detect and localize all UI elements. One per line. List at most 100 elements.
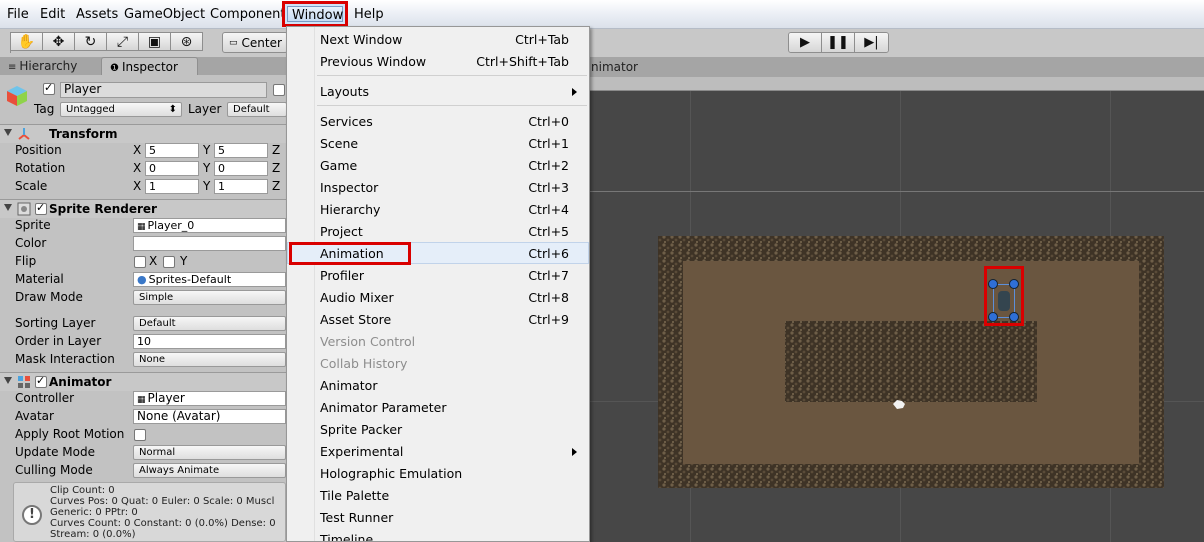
sprite-field[interactable]: ▦ Player_0 bbox=[133, 218, 286, 233]
flip-y-checkbox[interactable] bbox=[163, 256, 175, 268]
submenu-arrow-icon bbox=[572, 448, 577, 456]
controller-field[interactable]: ▦ Player bbox=[133, 391, 286, 406]
menu-item-label: Version Control bbox=[320, 334, 416, 349]
object-name-field[interactable]: Player bbox=[60, 82, 267, 98]
pause-button[interactable]: ❚❚ bbox=[822, 33, 855, 52]
tag-value: Untagged bbox=[66, 104, 115, 115]
culling-mode-dropdown[interactable]: Always Animate bbox=[133, 463, 286, 478]
menu-item-test-runner[interactable]: Test Runner bbox=[287, 506, 589, 528]
avatar-field[interactable]: None (Avatar) bbox=[133, 409, 286, 424]
info-icon: ❶ bbox=[110, 63, 119, 74]
rotate-tool-button[interactable]: ↻ bbox=[75, 32, 107, 51]
animator-enabled-checkbox[interactable] bbox=[35, 374, 47, 388]
collapse-icon[interactable] bbox=[4, 204, 12, 211]
animator-header[interactable]: Animator bbox=[0, 372, 286, 391]
menu-item-experimental[interactable]: Experimental bbox=[287, 440, 589, 462]
position-y-field[interactable]: 5 bbox=[214, 143, 268, 158]
menu-item-label: Holographic Emulation bbox=[320, 466, 463, 481]
menu-item-animator[interactable]: Animator bbox=[287, 374, 589, 396]
menu-item-asset-store[interactable]: Asset Store Ctrl+9 bbox=[287, 308, 589, 330]
sprite-label: Sprite bbox=[15, 218, 51, 232]
menu-window-highlight[interactable]: Window bbox=[282, 1, 348, 27]
sorting-layer-dropdown[interactable]: Default bbox=[133, 316, 286, 331]
menu-item-audio-mixer[interactable]: Audio Mixer Ctrl+8 bbox=[287, 286, 589, 308]
menu-item-layouts[interactable]: Layouts bbox=[287, 80, 589, 102]
position-x-field[interactable]: 5 bbox=[145, 143, 199, 158]
menu-gameobject[interactable]: GameObject bbox=[124, 7, 205, 22]
menu-file[interactable]: File bbox=[7, 7, 29, 22]
update-mode-dropdown[interactable]: Normal bbox=[133, 445, 286, 460]
scale-tool-button[interactable]: ⤢ bbox=[107, 32, 139, 51]
menu-edit[interactable]: Edit bbox=[40, 7, 65, 22]
sprite-renderer-header[interactable]: Sprite Renderer bbox=[0, 199, 286, 218]
menu-item-project[interactable]: Project Ctrl+5 bbox=[287, 220, 589, 242]
update-mode-label: Update Mode bbox=[15, 445, 95, 459]
flip-x-checkbox[interactable] bbox=[134, 256, 146, 268]
flip-x-label: X bbox=[149, 254, 158, 268]
rotation-y-field[interactable]: 0 bbox=[214, 161, 268, 176]
menu-help[interactable]: Help bbox=[354, 7, 384, 22]
draw-mode-dropdown[interactable]: Simple bbox=[133, 290, 286, 305]
sorting-layer-label: Sorting Layer bbox=[15, 316, 96, 330]
menu-item-label: Scene bbox=[320, 136, 359, 151]
color-swatch[interactable] bbox=[133, 236, 286, 251]
menu-item-hierarchy[interactable]: Hierarchy Ctrl+4 bbox=[287, 198, 589, 220]
rect-tool-button[interactable]: ▣ bbox=[139, 32, 171, 51]
rect-handle[interactable] bbox=[1009, 312, 1019, 322]
tab-hierarchy[interactable]: ≡ Hierarchy bbox=[0, 57, 98, 75]
menu-item-label: Previous Window bbox=[320, 54, 427, 69]
scale-x-field[interactable]: 1 bbox=[145, 179, 199, 194]
rect-handle[interactable] bbox=[988, 279, 998, 289]
menu-item-timeline[interactable]: Timeline bbox=[287, 528, 589, 541]
tag-dropdown[interactable]: Untagged ⬍ bbox=[60, 102, 182, 117]
menu-item-scene[interactable]: Scene Ctrl+1 bbox=[287, 132, 589, 154]
step-button[interactable]: ▶| bbox=[855, 33, 888, 52]
rotation-x-field[interactable]: 0 bbox=[145, 161, 199, 176]
static-checkbox[interactable] bbox=[273, 84, 285, 96]
material-field[interactable]: ● Sprites-Default bbox=[133, 272, 286, 287]
menu-item-previous-window[interactable]: Previous Window Ctrl+Shift+Tab bbox=[287, 50, 589, 72]
menu-item-next-window[interactable]: Next Window Ctrl+Tab bbox=[287, 28, 589, 50]
transform-title: Transform bbox=[49, 127, 118, 141]
menu-assets[interactable]: Assets bbox=[76, 7, 118, 22]
order-in-layer-field[interactable]: 10 bbox=[133, 334, 286, 349]
menu-item-sprite-packer[interactable]: Sprite Packer bbox=[287, 418, 589, 440]
scene-view[interactable] bbox=[590, 91, 1204, 542]
menu-item-animator-parameter[interactable]: Animator Parameter bbox=[287, 396, 589, 418]
hand-tool-button[interactable]: ✋ bbox=[11, 32, 43, 51]
play-button[interactable]: ▶ bbox=[789, 33, 822, 52]
menu-item-label: Collab History bbox=[320, 356, 408, 371]
menu-item-tile-palette[interactable]: Tile Palette bbox=[287, 484, 589, 506]
sprite-renderer-enabled-checkbox[interactable] bbox=[35, 201, 47, 215]
play-controls: ▶ ❚❚ ▶| bbox=[788, 32, 889, 53]
root-motion-row: Apply Root Motion bbox=[0, 426, 286, 444]
collapse-icon[interactable] bbox=[4, 129, 12, 136]
axis-y: Y bbox=[203, 161, 211, 175]
inner-stone-block bbox=[785, 321, 1037, 402]
menu-item-label: Tile Palette bbox=[320, 488, 390, 503]
root-motion-checkbox[interactable] bbox=[134, 429, 146, 441]
move-tool-button[interactable]: ✥ bbox=[43, 32, 75, 51]
rect-handle[interactable] bbox=[988, 312, 998, 322]
culling-mode-label: Culling Mode bbox=[15, 463, 93, 477]
transform-tool-button[interactable]: ⊛ bbox=[171, 32, 203, 51]
transform-header[interactable]: Transform bbox=[0, 124, 286, 143]
mask-interaction-dropdown[interactable]: None bbox=[133, 352, 286, 367]
collapse-icon[interactable] bbox=[4, 377, 12, 384]
menu-item-label: Asset Store bbox=[320, 312, 392, 327]
scale-y-field[interactable]: 1 bbox=[214, 179, 268, 194]
rect-handle[interactable] bbox=[1009, 279, 1019, 289]
layer-dropdown[interactable]: Default bbox=[227, 102, 286, 117]
tab-animator[interactable]: nimator bbox=[591, 60, 638, 74]
menu-item-game[interactable]: Game Ctrl+2 bbox=[287, 154, 589, 176]
mask-interaction-label: Mask Interaction bbox=[15, 352, 115, 366]
menu-item-inspector[interactable]: Inspector Ctrl+3 bbox=[287, 176, 589, 198]
menu-item-services[interactable]: Services Ctrl+0 bbox=[287, 110, 589, 132]
pivot-toggle-button[interactable]: ▭ Center bbox=[222, 32, 288, 53]
menu-window[interactable]: Window bbox=[292, 8, 343, 23]
active-checkbox[interactable] bbox=[43, 81, 55, 95]
tab-inspector[interactable]: ❶ Inspector bbox=[101, 57, 198, 75]
menu-component[interactable]: Component bbox=[210, 7, 285, 22]
menu-item-holographic-emulation[interactable]: Holographic Emulation bbox=[287, 462, 589, 484]
menu-item-profiler[interactable]: Profiler Ctrl+7 bbox=[287, 264, 589, 286]
